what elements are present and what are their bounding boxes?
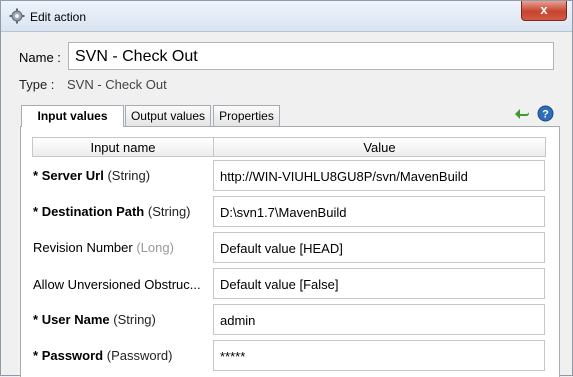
input-type-label: (Password) — [106, 348, 173, 363]
back-arrow-icon[interactable] — [514, 106, 530, 122]
input-name-revision-number: Revision Number (Long) — [33, 240, 174, 255]
required-marker: * — [33, 312, 39, 327]
required-marker: * — [33, 168, 39, 183]
title-bar: Edit action x — [1, 1, 572, 32]
column-header-value: Value — [213, 137, 546, 157]
name-label: Name : — [19, 50, 61, 65]
input-name-password: * Password (Password) — [33, 348, 172, 363]
input-name-user-name: * User Name (String) — [33, 312, 156, 327]
input-name-allow-unversioned: Allow Unversioned Obstruc... — [33, 277, 201, 292]
type-value: SVN - Check Out — [67, 77, 167, 92]
input-name-label: Destination Path — [41, 204, 145, 219]
window-title: Edit action — [30, 10, 87, 24]
help-icon[interactable]: ? — [537, 105, 554, 122]
input-type-label: (String) — [113, 312, 156, 327]
value-field-password[interactable]: ***** — [213, 340, 545, 371]
type-label: Type : — [19, 77, 55, 92]
close-button[interactable]: x — [521, 1, 567, 21]
name-input[interactable]: SVN - Check Out — [68, 42, 554, 70]
gear-icon — [9, 8, 25, 24]
required-marker: * — [33, 204, 39, 219]
input-name-label: Revision Number — [33, 240, 133, 255]
input-name-label: Allow Unversioned Obstruc... — [33, 277, 201, 292]
svg-text:?: ? — [542, 109, 549, 121]
tab-properties[interactable]: Properties — [213, 105, 280, 126]
input-name-label: User Name — [41, 312, 110, 327]
value-field-server-url[interactable]: http://WIN-VIUHLU8GU8P/svn/MavenBuild — [213, 160, 545, 191]
value-field-revision-number[interactable]: Default value [HEAD] — [213, 232, 545, 263]
input-name-server-url: * Server Url (String) — [33, 168, 150, 183]
input-type-label: (String) — [147, 204, 191, 219]
value-field-allow-unversioned[interactable]: Default value [False] — [213, 268, 545, 299]
input-name-destination-path: * Destination Path (String) — [33, 204, 191, 219]
input-type-label: (Long) — [136, 240, 174, 255]
required-marker: * — [33, 348, 39, 363]
column-header-input-name: Input name — [32, 137, 214, 157]
input-name-label: Password — [41, 348, 104, 363]
tab-input-values[interactable]: Input values — [21, 105, 124, 127]
value-field-destination-path[interactable]: D:\svn1.7\MavenBuild — [213, 196, 545, 227]
input-type-label: (String) — [107, 168, 151, 183]
input-name-label: Server Url — [41, 168, 104, 183]
close-icon: x — [540, 2, 548, 17]
edit-action-window: Edit action x Name : SVN - Check Out Typ… — [0, 0, 573, 377]
value-field-user-name[interactable]: admin — [213, 304, 545, 335]
tab-output-values[interactable]: Output values — [125, 105, 211, 126]
